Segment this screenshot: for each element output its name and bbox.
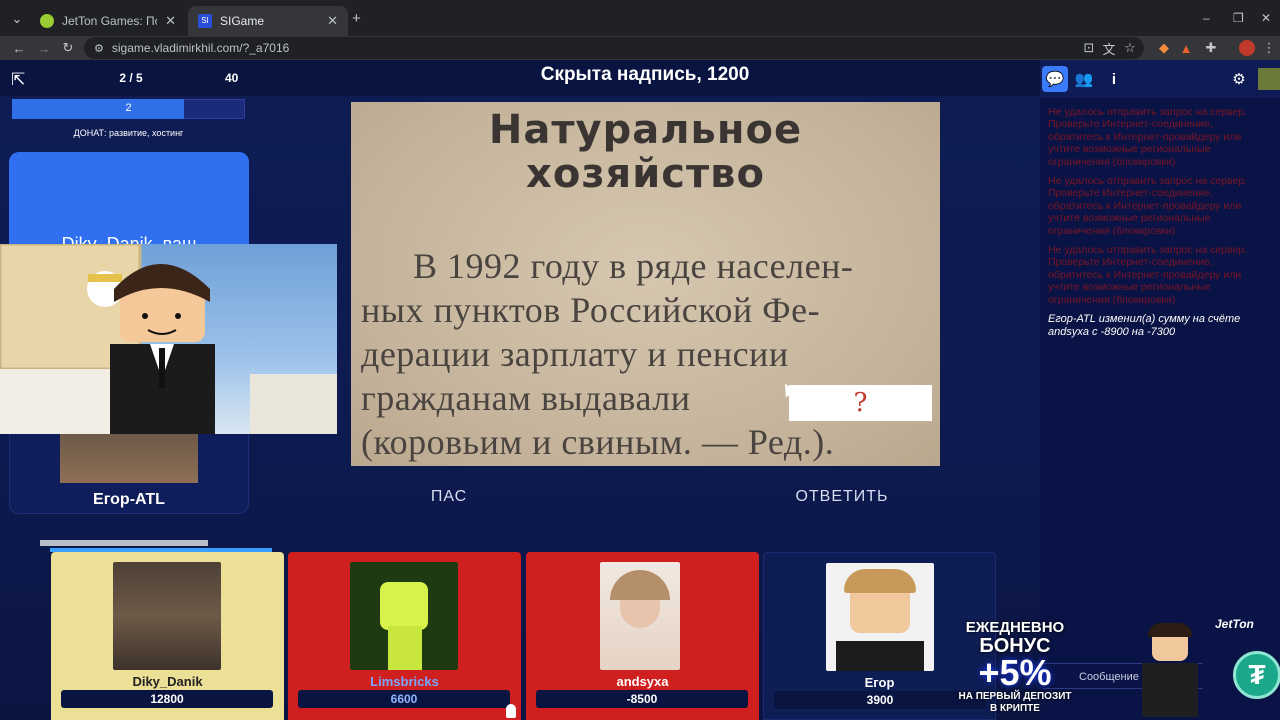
question-image: Натуральное хозяйство В 1992 году в ряде… xyxy=(351,102,940,466)
settings-icon[interactable]: ⚙ xyxy=(1226,66,1252,92)
webcam-image xyxy=(0,244,337,434)
question-line: (коровьим и свиным. — Ред.). xyxy=(361,422,835,462)
player-name: andsyxa xyxy=(616,674,669,689)
player-avatar xyxy=(350,562,458,670)
tab-title: SIGame xyxy=(220,14,265,28)
streamer-webcam-overlay xyxy=(0,244,337,434)
ad-line5: В КРИПТЕ xyxy=(990,703,1040,714)
player-card-limsbricks[interactable]: Limsbricks 6600 xyxy=(288,552,521,720)
ad-line4: НА ПЕРВЫЙ ДЕПОЗИТ xyxy=(958,691,1072,702)
player-name: Diky_Danik xyxy=(132,674,203,689)
question-line: дерации зарплату и пенсии xyxy=(361,334,789,374)
question-counter: 2 / 5 xyxy=(119,71,143,85)
ad-line1: ЕЖЕДНЕВНО xyxy=(965,619,1065,636)
site-info-icon[interactable]: ⚙ xyxy=(94,42,104,55)
user-avatar xyxy=(1258,68,1280,90)
players-rail xyxy=(40,540,208,546)
sigame-favicon-icon: SI xyxy=(198,14,212,28)
answer-button[interactable]: ОТВЕТИТЬ xyxy=(762,488,922,506)
minimize-button[interactable]: – xyxy=(1203,11,1210,25)
ad-line3: +5% xyxy=(978,652,1052,693)
people-icon[interactable]: 👥 xyxy=(1071,66,1097,92)
translate-icon[interactable]: 文 xyxy=(1100,39,1118,57)
donate-link[interactable]: ДОНАТ: развитие, хостинг xyxy=(12,128,245,138)
chat-error-message: Не удалось отправить запрос на сервер. П… xyxy=(1048,106,1248,168)
player-avatar xyxy=(826,563,934,671)
tab-search-icon[interactable]: ⌄ xyxy=(8,10,26,28)
extension-flame-icon[interactable]: ▲ xyxy=(1177,39,1195,57)
player-card-andsyxa[interactable]: andsyxa -8500 xyxy=(526,552,759,720)
back-icon[interactable]: ← xyxy=(10,39,28,57)
jetton-favicon-icon xyxy=(40,14,54,28)
bookmark-star-icon[interactable]: ☆ xyxy=(1121,39,1139,57)
close-tab-icon[interactable]: ✕ xyxy=(165,13,176,29)
player-name: Limsbricks xyxy=(370,674,439,689)
showman-avatar xyxy=(60,430,198,483)
player-avatar xyxy=(113,562,221,670)
install-app-icon[interactable]: ⊡ xyxy=(1080,39,1098,57)
player-score: 6600 xyxy=(298,690,510,708)
question-heading-line1: Натуральное xyxy=(488,107,803,153)
url-text: sigame.vladimirkhil.com/?_a7016 xyxy=(111,41,290,55)
close-window-button[interactable]: ✕ xyxy=(1261,11,1271,25)
close-tab-icon[interactable]: ✕ xyxy=(327,13,338,29)
extension-icon[interactable]: ◆ xyxy=(1155,39,1173,57)
tab-sigame[interactable]: SI SIGame ✕ xyxy=(188,6,348,36)
exit-game-icon[interactable]: ⇱ xyxy=(11,70,25,90)
question-heading-line2: хозяйство xyxy=(526,151,765,197)
chat-icon[interactable]: 💬 xyxy=(1042,66,1068,92)
ad-mascot xyxy=(1140,623,1200,717)
tether-coin-icon: ₮ xyxy=(1233,651,1280,699)
forward-icon[interactable]: → xyxy=(35,39,53,57)
profile-avatar[interactable] xyxy=(1239,40,1255,56)
address-bar[interactable]: ⚙ sigame.vladimirkhil.com/?_a7016 xyxy=(84,37,1144,59)
info-icon[interactable]: i xyxy=(1101,66,1127,92)
question-line: ных пунктов Российской Фе- xyxy=(361,290,821,330)
tab-jetton[interactable]: JetTon Games: Погружение в м ✕ xyxy=(30,6,186,36)
browser-menu-icon[interactable]: ⋮ xyxy=(1260,39,1278,57)
pass-button[interactable]: ПАС xyxy=(399,488,499,506)
showman-name: Егор-ATL xyxy=(93,491,165,508)
new-tab-button[interactable]: + xyxy=(352,10,361,27)
chat-error-message: Не удалось отправить запрос на сервер. П… xyxy=(1048,244,1248,306)
player-score: 12800 xyxy=(61,690,273,708)
extensions-puzzle-icon[interactable]: ✚ xyxy=(1202,39,1220,57)
reload-icon[interactable]: ↻ xyxy=(59,39,77,57)
player-avatar xyxy=(600,562,680,670)
chat-error-message: Не удалось отправить запрос на сервер. П… xyxy=(1048,175,1248,237)
player-score: -8500 xyxy=(536,690,748,708)
ad-banner: ЕЖЕДНЕВНО БОНУС +5% НА ПЕРВЫЙ ДЕПОЗИТ В … xyxy=(930,615,1280,720)
ad-brand: JetTon xyxy=(1215,617,1254,631)
player-card-diky-danik[interactable]: Diky_Danik 12800 xyxy=(51,552,284,720)
tab-title: JetTon Games: Погружение в м xyxy=(62,14,157,28)
progress-label: 2 xyxy=(125,102,132,114)
timer-value: 40 xyxy=(225,71,239,85)
pawn-cursor-icon xyxy=(506,704,516,718)
restore-button[interactable]: ❐ xyxy=(1233,11,1244,25)
hidden-text-placeholder: ? xyxy=(789,385,932,421)
chat-log-message: Егор-ATL изменил(а) сумму на счёте andsy… xyxy=(1048,313,1241,338)
round-title: Скрыта надпись, 1200 xyxy=(540,64,750,85)
question-line: В 1992 году в ряде населен- xyxy=(413,246,854,286)
